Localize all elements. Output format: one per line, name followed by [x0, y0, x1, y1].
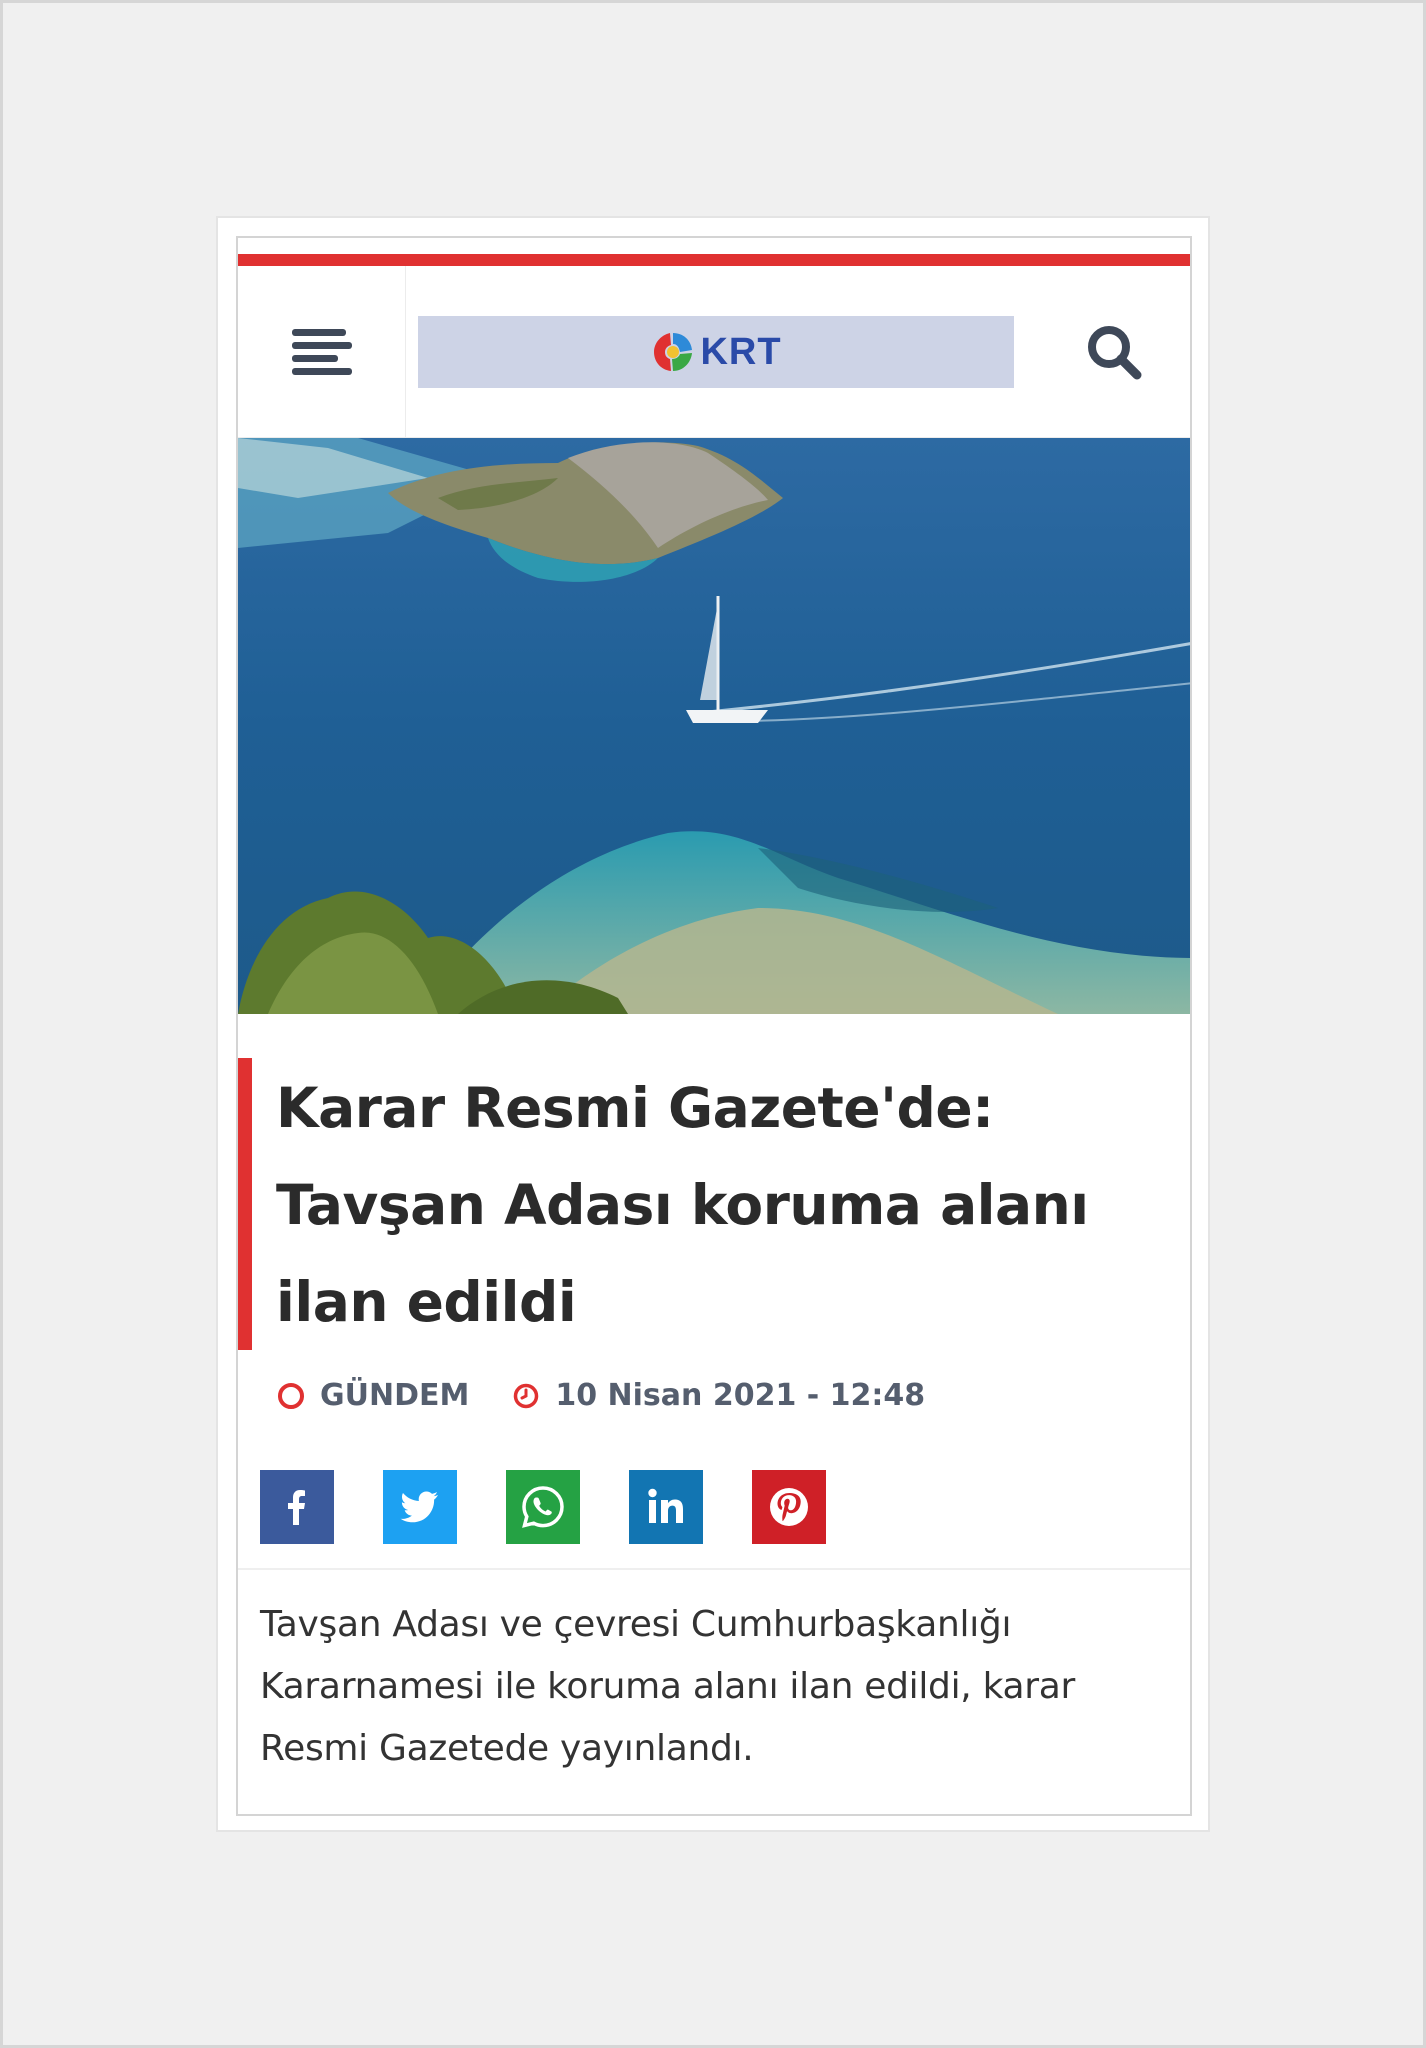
- article-title: Karar Resmi Gazete'de: Tavşan Adası koru…: [276, 1076, 1089, 1334]
- whatsapp-icon: [522, 1486, 564, 1528]
- article-hero-image: [238, 438, 1190, 1014]
- article-summary: Tavşan Adası ve çevresi Cumhurbaşkanlığı…: [260, 1604, 1076, 1769]
- date-label: 10 Nisan 2021 - 12:48: [555, 1378, 926, 1413]
- site-logo[interactable]: KRT: [418, 316, 1014, 388]
- share-pinterest-button[interactable]: [752, 1470, 826, 1544]
- twitter-icon: [400, 1491, 438, 1523]
- mobile-page: KRT Karar Resmi Gazete'de: Tavşan Adası …: [236, 236, 1192, 1816]
- share-buttons: [260, 1470, 875, 1544]
- category-circle-icon: [278, 1382, 304, 1409]
- content-divider: [238, 1568, 1190, 1570]
- linkedin-icon: [648, 1488, 683, 1523]
- search-icon: [1088, 326, 1142, 380]
- screenshot-card: KRT Karar Resmi Gazete'de: Tavşan Adası …: [216, 216, 1210, 1832]
- clock-icon: [514, 1383, 539, 1408]
- share-facebook-button[interactable]: [260, 1470, 334, 1544]
- site-header: KRT: [238, 266, 1190, 438]
- share-whatsapp-button[interactable]: [506, 1470, 580, 1544]
- pinterest-icon: [770, 1488, 808, 1526]
- publish-date: 10 Nisan 2021 - 12:48: [513, 1378, 925, 1413]
- article-meta: GÜNDEM 10 Nisan 2021 - 12:48: [278, 1378, 925, 1413]
- facebook-icon: [288, 1490, 305, 1525]
- category-label: GÜNDEM: [320, 1378, 470, 1413]
- top-accent-bar: [238, 254, 1190, 266]
- share-linkedin-button[interactable]: [629, 1470, 703, 1544]
- share-twitter-button[interactable]: [383, 1470, 457, 1544]
- title-accent-bar: [238, 1058, 252, 1350]
- menu-button[interactable]: [238, 266, 406, 438]
- search-button[interactable]: [1078, 316, 1150, 388]
- logo-text: KRT: [700, 330, 782, 373]
- category-link[interactable]: GÜNDEM: [278, 1378, 469, 1413]
- hamburger-menu-icon: [291, 329, 352, 375]
- krt-logo-icon: [654, 333, 693, 371]
